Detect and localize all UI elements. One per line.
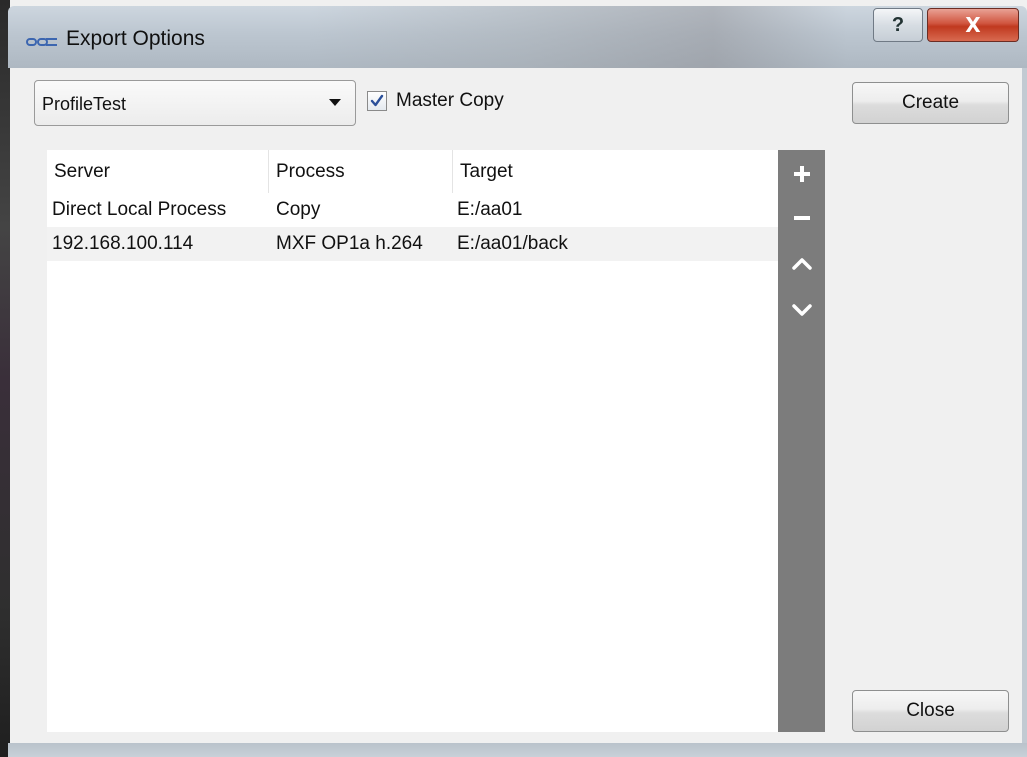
chevron-down-icon (791, 304, 812, 316)
window-close-button[interactable]: X (927, 8, 1019, 42)
table-header: Server Process Target (47, 150, 778, 193)
master-copy-label: Master Copy (396, 90, 504, 111)
help-icon: ? (891, 13, 905, 36)
cell-target: E:/aa01 (457, 199, 523, 220)
dropdown-arrow-icon (329, 99, 341, 106)
title-bar-glass (308, 6, 848, 68)
checkmark-icon (370, 94, 384, 107)
close-icon: X (965, 13, 981, 37)
column-header-server[interactable]: Server (47, 150, 269, 193)
add-row-button[interactable] (778, 154, 825, 194)
app-icon (26, 38, 57, 46)
minus-icon (793, 216, 810, 220)
window-title: Export Options (66, 27, 205, 50)
help-button[interactable]: ? (873, 8, 923, 42)
move-down-button[interactable] (778, 290, 825, 330)
column-header-process[interactable]: Process (269, 150, 453, 193)
window-frame-bottom (8, 743, 1027, 757)
table-row[interactable]: Direct Local Process Copy E:/aa01 (47, 193, 778, 227)
create-button[interactable]: Create (852, 82, 1009, 124)
window-frame-right (1022, 68, 1027, 748)
cell-target: E:/aa01/back (457, 233, 568, 254)
cell-server: 192.168.100.114 (52, 233, 194, 254)
profile-dropdown-value: ProfileTest (42, 94, 127, 114)
cell-server: Direct Local Process (52, 199, 227, 220)
plus-icon (793, 166, 810, 182)
cell-process: MXF OP1a h.264 (276, 233, 423, 254)
master-copy-option[interactable]: Master Copy (367, 90, 504, 112)
move-up-button[interactable] (778, 244, 825, 284)
master-copy-checkbox[interactable] (367, 91, 387, 111)
chevron-up-icon (791, 258, 812, 270)
desktop-background-strip (0, 0, 10, 757)
close-button[interactable]: Close (852, 690, 1009, 732)
profile-dropdown[interactable]: ProfileTest (34, 80, 356, 126)
table-row[interactable]: 192.168.100.114 MXF OP1a h.264 E:/aa01/b… (47, 227, 778, 261)
export-targets-table: Server Process Target Direct Local Proce… (47, 150, 778, 732)
row-tools-bar (778, 150, 825, 732)
cell-process: Copy (276, 199, 321, 220)
column-header-target[interactable]: Target (453, 150, 778, 193)
export-options-window: Export Options ? X ProfileTest Master Co… (0, 0, 1027, 757)
remove-row-button[interactable] (778, 198, 825, 238)
